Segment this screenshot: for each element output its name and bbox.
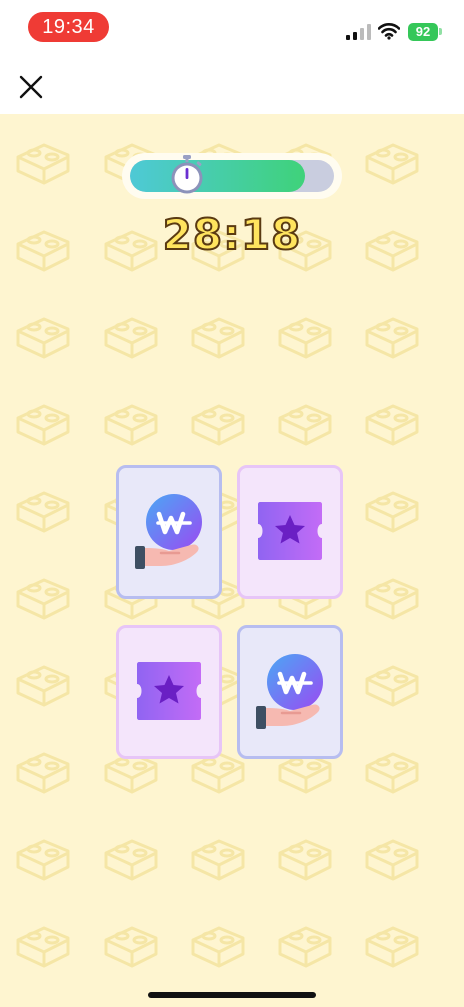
close-icon[interactable]	[18, 74, 44, 100]
status-bar: 19:34 92	[0, 0, 464, 54]
home-indicator	[148, 992, 316, 998]
memory-card-ticket[interactable]	[237, 465, 343, 599]
status-time: 19:34	[28, 12, 109, 42]
battery-indicator: 92	[408, 23, 438, 41]
battery-cap	[439, 28, 442, 35]
timer-bar	[122, 153, 342, 199]
cash-hand-icon	[256, 654, 323, 729]
countdown-timer: 28:18	[162, 209, 302, 260]
wifi-icon	[378, 23, 400, 40]
stopwatch-icon	[171, 155, 203, 194]
game-area: 28:18	[0, 114, 464, 1007]
cellular-signal-icon	[346, 24, 372, 40]
star-ticket-icon	[137, 662, 201, 720]
star-ticket-icon	[258, 502, 322, 560]
memory-card-cash[interactable]	[237, 625, 343, 759]
memory-card-ticket[interactable]	[116, 625, 222, 759]
timer-track	[130, 160, 334, 192]
memory-card-cash[interactable]	[116, 465, 222, 599]
cash-hand-icon	[135, 494, 202, 569]
top-bar	[0, 54, 464, 114]
timer-progress-fill	[130, 160, 306, 192]
